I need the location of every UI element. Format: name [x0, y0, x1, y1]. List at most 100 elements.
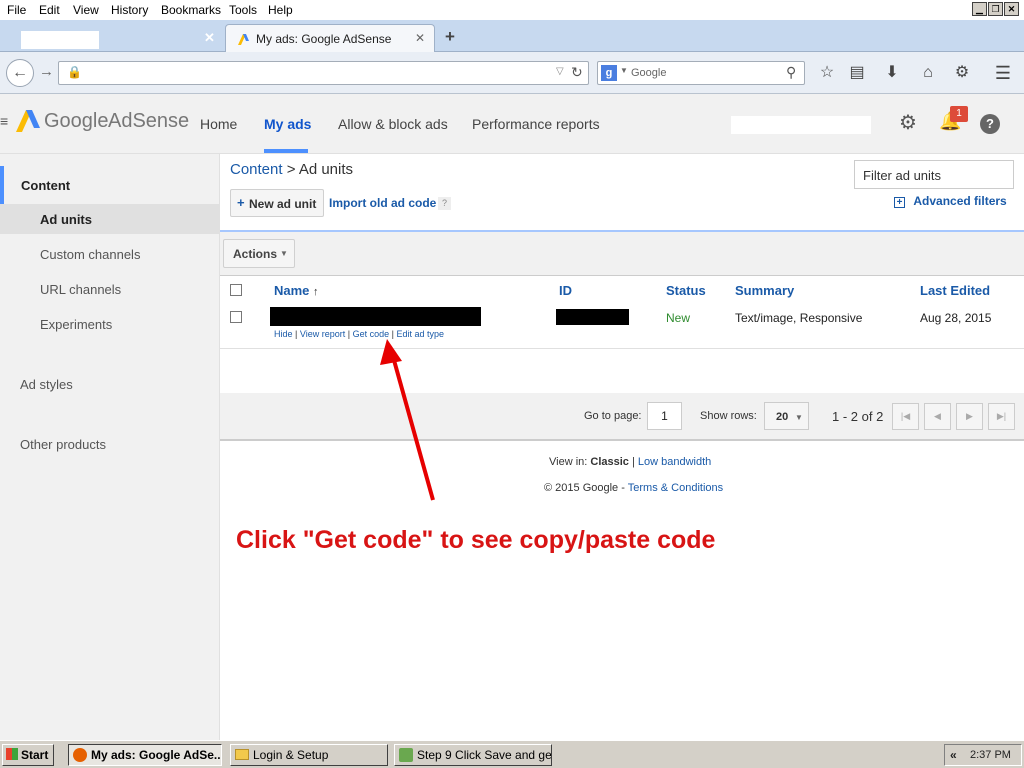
taskbar-item-step9[interactable]: Step 9 Click Save and ge...: [394, 744, 552, 766]
column-header-status[interactable]: Status: [666, 283, 706, 298]
low-bandwidth-link[interactable]: Low bandwidth: [638, 456, 711, 468]
dropdown-arrow-icon[interactable]: ▽: [556, 66, 564, 77]
view-report-link[interactable]: View report: [300, 329, 345, 339]
minimize-button[interactable]: ▁: [972, 2, 987, 16]
plus-box-icon: +: [894, 197, 905, 208]
home-icon[interactable]: ⌂: [917, 62, 939, 84]
rows-per-page-value: 20: [776, 411, 789, 423]
import-old-ad-code-link[interactable]: Import old ad code: [329, 196, 436, 210]
taskbar: Start My ads: Google AdSe... Login & Set…: [0, 740, 1024, 768]
menu-view[interactable]: View: [73, 3, 99, 17]
tray-expand-icon[interactable]: «: [950, 748, 957, 762]
sidebar-item-ad-units[interactable]: Ad units: [40, 212, 92, 227]
close-tab-icon[interactable]: ✕: [204, 30, 215, 46]
menu-help[interactable]: Help: [268, 3, 293, 17]
back-button[interactable]: ←: [6, 59, 34, 87]
first-page-icon: |◀: [900, 411, 911, 421]
nav-active-indicator: [264, 149, 308, 153]
taskbar-item-firefox[interactable]: My ads: Google AdSe...: [68, 744, 222, 766]
chevron-down-icon: ▼: [620, 66, 628, 75]
row-checkbox[interactable]: [230, 311, 242, 323]
download-icon[interactable]: ⬇: [881, 62, 903, 84]
start-label: Start: [21, 748, 49, 762]
sidebar-item-custom-channels[interactable]: Custom channels: [40, 247, 140, 262]
search-box[interactable]: g ▼ Google ⚲: [597, 61, 805, 85]
help-icon[interactable]: ?: [980, 114, 1000, 134]
rows-per-page-select[interactable]: 20 ▼: [764, 402, 809, 430]
hamburger-menu-icon[interactable]: ☰: [992, 62, 1014, 84]
nav-allow-block[interactable]: Allow & block ads: [338, 116, 448, 132]
prev-page-button[interactable]: ◀: [924, 403, 951, 430]
menu-edit[interactable]: Edit: [39, 3, 60, 17]
sidebar-item-ad-units-bg: [0, 204, 219, 234]
nav-performance[interactable]: Performance reports: [472, 116, 600, 132]
sidebar-item-other-products[interactable]: Other products: [20, 437, 106, 452]
bookmark-star-icon[interactable]: ☆: [816, 62, 838, 84]
plus-icon: +: [237, 195, 245, 210]
select-all-checkbox[interactable]: [230, 284, 242, 296]
classic-view-label: Classic: [590, 456, 629, 468]
search-icon[interactable]: ⚲: [786, 64, 796, 81]
close-tab-icon[interactable]: ✕: [415, 31, 425, 45]
last-page-button[interactable]: ▶|: [988, 403, 1015, 430]
nav-my-ads[interactable]: My ads: [264, 116, 311, 132]
menu-bookmarks[interactable]: Bookmarks: [161, 3, 221, 17]
help-question-icon[interactable]: ?: [438, 197, 451, 210]
ad-name-redacted[interactable]: [270, 307, 481, 326]
actions-dropdown[interactable]: Actions ▼: [223, 239, 295, 268]
settings-gear-icon[interactable]: ⚙: [899, 110, 917, 135]
sidebar-toggle-icon[interactable]: ≡: [0, 113, 8, 129]
last-page-icon: ▶|: [996, 411, 1007, 421]
url-bar[interactable]: 🔒 ▽ ↻: [58, 61, 589, 85]
search-placeholder: Google: [631, 67, 667, 79]
windows-logo-icon: [6, 748, 18, 760]
menu-history[interactable]: History: [111, 3, 148, 17]
sidebar-item-experiments[interactable]: Experiments: [40, 317, 112, 332]
forward-arrow-icon[interactable]: →: [39, 63, 54, 80]
menu-file[interactable]: File: [7, 3, 26, 17]
view-in-footer: View in: Classic | Low bandwidth: [549, 456, 712, 468]
taskbar-item-label: Step 9 Click Save and ge...: [417, 748, 552, 762]
menu-tools[interactable]: Tools: [229, 3, 257, 17]
sidebar-item-ad-styles[interactable]: Ad styles: [20, 377, 73, 392]
tab-active[interactable]: My ads: Google AdSense ✕: [225, 24, 435, 52]
breadcrumb-content-link[interactable]: Content: [230, 161, 283, 178]
new-ad-unit-button[interactable]: + New ad unit: [230, 189, 324, 217]
filter-placeholder: Filter ad units: [863, 168, 942, 183]
close-window-button[interactable]: ✕: [1004, 2, 1019, 16]
new-ad-unit-label: New ad unit: [249, 197, 317, 211]
terms-link[interactable]: Terms & Conditions: [628, 482, 723, 494]
filter-ad-units-input[interactable]: Filter ad units: [854, 160, 1014, 189]
column-header-summary[interactable]: Summary: [735, 283, 794, 298]
sidebar-item-content[interactable]: Content: [21, 178, 70, 193]
column-header-name[interactable]: Name ↑: [274, 283, 319, 298]
next-page-button[interactable]: ▶: [956, 403, 983, 430]
breadcrumb: Content > Ad units: [230, 161, 353, 178]
annotation-text: Click "Get code" to see copy/paste code: [236, 526, 716, 554]
actions-label: Actions: [233, 247, 278, 261]
advanced-filters-link[interactable]: + Advanced filters: [894, 194, 1007, 208]
new-tab-icon[interactable]: +: [445, 27, 455, 47]
tab-inactive[interactable]: ✕: [0, 24, 225, 52]
nav-home[interactable]: Home: [200, 116, 237, 132]
column-header-last-edited[interactable]: Last Edited: [920, 283, 990, 298]
sidebar-item-url-channels[interactable]: URL channels: [40, 282, 121, 297]
hide-link[interactable]: Hide: [274, 329, 293, 339]
first-page-button[interactable]: |◀: [892, 403, 919, 430]
extension-icon[interactable]: ⚙: [951, 62, 973, 84]
tab-title: My ads: Google AdSense: [256, 32, 392, 46]
sidebar-active-marker: [0, 166, 4, 204]
bookmarks-list-icon[interactable]: ▤: [846, 62, 868, 84]
goto-page-input[interactable]: 1: [647, 402, 682, 430]
account-redacted: [731, 116, 871, 134]
start-button[interactable]: Start: [2, 744, 54, 766]
adsense-header: ≡ Google AdSense Home My ads Allow & blo…: [0, 94, 1024, 154]
maximize-button[interactable]: ❐: [988, 2, 1003, 16]
view-in-label: View in:: [549, 456, 588, 468]
column-header-id[interactable]: ID: [559, 283, 572, 298]
chevron-down-icon: ▼: [795, 413, 803, 422]
navigation-toolbar: ← → 🔒 ▽ ↻ g ▼ Google ⚲ ☆ ▤ ⬇ ⌂ ⚙ ☰: [0, 52, 1024, 94]
taskbar-item-folder[interactable]: Login & Setup: [230, 744, 388, 766]
row-summary: Text/image, Responsive: [735, 311, 863, 325]
reload-icon[interactable]: ↻: [571, 64, 583, 81]
